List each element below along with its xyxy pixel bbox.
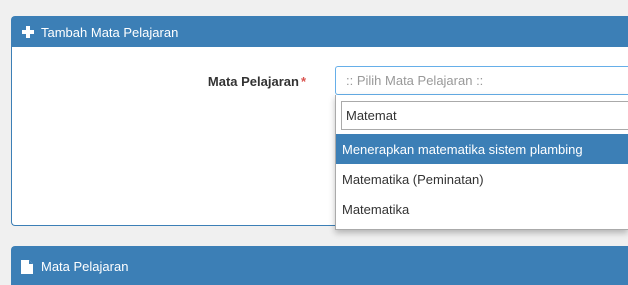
required-mark: *	[300, 74, 306, 89]
add-subject-panel-title: Tambah Mata Pelajaran	[41, 24, 179, 40]
dropdown-search-wrap	[336, 95, 628, 134]
subject-list-panel: Mata Pelajaran	[11, 246, 628, 285]
add-subject-panel-heading: Tambah Mata Pelajaran	[12, 17, 628, 47]
subject-option[interactable]: Matematika (Peminatan)	[336, 164, 628, 194]
subject-select-placeholder: :: Pilih Mata Pelajaran ::	[346, 73, 484, 88]
subject-option[interactable]: Matematika	[336, 194, 628, 224]
subject-field-label: Mata Pelajaran *	[196, 74, 311, 89]
file-icon	[21, 259, 35, 274]
subject-dropdown: Menerapkan matematika sistem plambing Ma…	[335, 95, 628, 230]
page: Tambah Mata Pelajaran Mata Pelajaran * ::…	[0, 0, 628, 285]
subject-list-panel-heading: Mata Pelajaran	[12, 247, 628, 285]
subject-list-panel-title: Mata Pelajaran	[41, 259, 129, 274]
plus-icon	[21, 25, 35, 39]
subject-select[interactable]: :: Pilih Mata Pelajaran ::	[335, 66, 628, 95]
subject-option[interactable]: Menerapkan matematika sistem plambing	[336, 134, 628, 164]
subject-field-label-text: Mata Pelajaran	[207, 74, 299, 89]
subject-search-input[interactable]	[341, 101, 628, 130]
